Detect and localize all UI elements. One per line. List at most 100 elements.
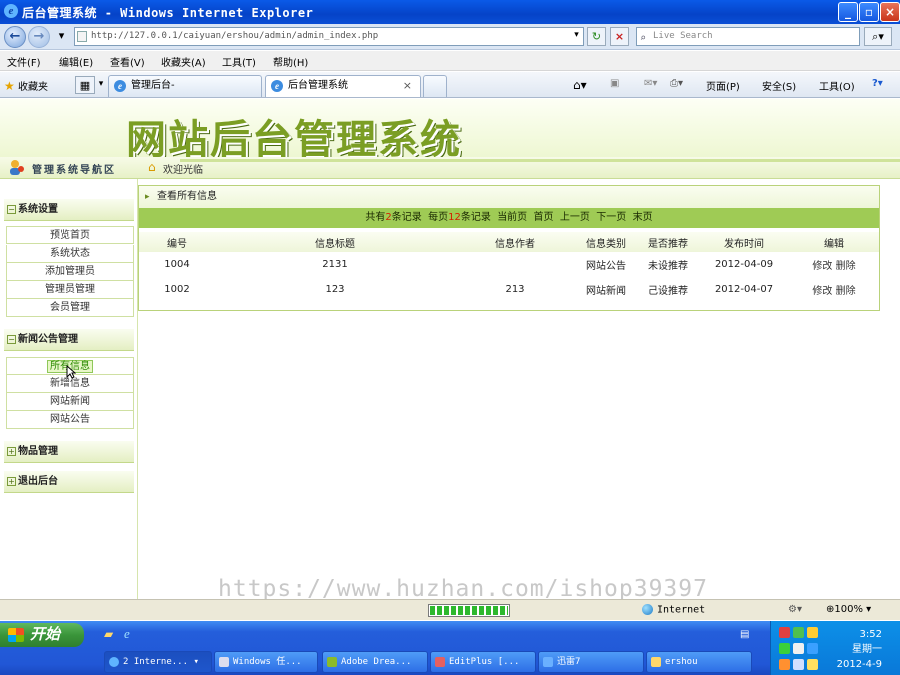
taskbar-btn-ershou-folder[interactable]: ershou (646, 651, 752, 673)
tray-icon-6[interactable] (807, 643, 818, 654)
collapse-icon: − (7, 205, 16, 214)
dreamweaver-icon (327, 657, 337, 667)
taskbar-btn-thunder[interactable]: 迅雷7 (538, 651, 644, 673)
taskbar-btn-label: 迅雷7 (557, 657, 581, 667)
forward-button[interactable]: → (28, 26, 50, 48)
help-icon[interactable]: ?▾ (872, 78, 883, 89)
editplus-icon (435, 657, 445, 667)
sidebar-item-site-news[interactable]: 网站新闻 (6, 393, 134, 411)
cell-title: 2131 (322, 259, 348, 270)
page-menu[interactable]: 页面(P) (706, 78, 740, 93)
sidebar-item-site-notice[interactable]: 网站公告 (6, 411, 134, 429)
menu-tools[interactable]: 工具(T) (222, 54, 256, 69)
maximize-button[interactable]: ▫ (859, 2, 879, 22)
taskbar-btn-ie[interactable]: 2 Interne... ▾ (104, 651, 212, 673)
edit-link[interactable]: 修改 (812, 286, 832, 297)
tab-list-dropdown-icon[interactable]: ▾ (95, 76, 107, 94)
table-row: 1002 123 213 网站新闻 己设推荐 2012-04-07 修改 删除 (139, 277, 879, 302)
group-title: 新闻公告管理 (18, 334, 78, 345)
sidebar-group-news[interactable]: − 新闻公告管理 (4, 329, 134, 351)
show-desktop-icon[interactable]: ▰ (104, 627, 113, 641)
protected-mode-icon[interactable]: ⚙▾ (788, 604, 802, 615)
favorites-button[interactable]: ★ 收藏夹 (4, 78, 48, 93)
start-button[interactable]: 开始 (0, 623, 84, 647)
taskbar-btn-editplus[interactable]: EditPlus [... (430, 651, 536, 673)
sidebar-item-add-admin[interactable]: 添加管理员 (6, 263, 134, 281)
col-recommend: 是否推荐 (637, 232, 699, 252)
search-input[interactable]: ⌕ Live Search (636, 27, 860, 46)
windows-logo-icon (8, 628, 24, 642)
info-panel: ▸ 查看所有信息 共有2条记录 每页12条记录 当前页 首页 上一页 下一页 末… (138, 185, 880, 311)
close-window-button[interactable]: × (880, 2, 900, 22)
tray-icon-5[interactable] (793, 643, 804, 654)
cell-recommend[interactable]: 己设推荐 (637, 277, 699, 302)
sidebar-item-admin-manage[interactable]: 管理员管理 (6, 281, 134, 299)
search-go-button[interactable]: ⌕▾ (864, 27, 892, 46)
tray-icon-7[interactable] (779, 659, 790, 670)
ie-quicklaunch-icon[interactable]: e (124, 626, 130, 642)
print-icon[interactable]: ⎙▾ (670, 78, 683, 89)
address-input[interactable]: http://127.0.0.1/caiyuan/ershou/admin/ad… (74, 27, 584, 46)
cell-recommend[interactable]: 未设推荐 (637, 252, 699, 277)
menu-view[interactable]: 查看(V) (110, 54, 145, 69)
last-page-link[interactable]: 末页 (633, 212, 653, 223)
delete-link[interactable]: 删除 (836, 286, 856, 297)
menu-help[interactable]: 帮助(H) (273, 54, 308, 69)
back-button[interactable]: ← (4, 26, 26, 48)
per-page-count: 12 (448, 212, 461, 223)
taskbar-toggle-icon[interactable]: ▤ (740, 629, 749, 640)
close-tab-icon[interactable]: × (403, 76, 412, 96)
clock[interactable]: 3:52 星期一 2012-4-9 (837, 627, 882, 672)
window-title: 后台管理系统 - Windows Internet Explorer (22, 6, 314, 20)
status-bar: Internet ⚙▾ ⊕100% ▾ (0, 599, 900, 620)
prev-page-link[interactable]: 上一页 (560, 212, 590, 223)
address-dropdown-icon[interactable]: ▾ (567, 27, 586, 46)
sidebar-item-member-manage[interactable]: 会员管理 (6, 299, 134, 317)
taskbar: 开始 ▰ e ▤ 2 Interne... ▾ Windows 任... Ado… (0, 621, 900, 675)
tab-bar: ★ 收藏夹 ▦ ▾ e 管理后台- e 后台管理系统 × ⌂▾ ▣ ✉▾ ⎙▾ … (0, 72, 900, 98)
edit-link[interactable]: 修改 (812, 261, 832, 272)
pager-text: 共有 (365, 212, 386, 223)
history-dropdown-icon[interactable]: ▾ (52, 27, 71, 46)
expand-icon: + (7, 477, 16, 486)
menu-file[interactable]: 文件(F) (7, 54, 41, 69)
sidebar-group-logout[interactable]: + 退出后台 (4, 471, 134, 493)
sidebar-item-preview[interactable]: 预览首页 (6, 226, 134, 244)
taskbar-btn-dreamweaver[interactable]: Adobe Drea... (322, 651, 428, 673)
group-title: 物品管理 (18, 446, 58, 457)
window-titlebar[interactable]: e 后台管理系统 - Windows Internet Explorer _ ▫… (0, 0, 900, 24)
zoom-control[interactable]: ⊕100% ▾ (826, 604, 871, 615)
folder-icon (651, 657, 661, 667)
taskbar-btn-task-manager[interactable]: Windows 任... (214, 651, 318, 673)
minimize-button[interactable]: _ (838, 2, 858, 22)
thunder-icon (543, 657, 553, 667)
delete-link[interactable]: 删除 (836, 261, 856, 272)
tools-menu[interactable]: 工具(O) (819, 78, 855, 93)
stop-button[interactable]: × (610, 27, 629, 46)
tray-icon-4[interactable] (779, 643, 790, 654)
mail-icon[interactable]: ✉▾ (644, 78, 657, 89)
feeds-icon[interactable]: ▣ (610, 78, 619, 89)
tab-backend-system[interactable]: e 后台管理系统 × (265, 75, 421, 97)
new-tab-button[interactable] (423, 75, 447, 97)
menu-favorites[interactable]: 收藏夹(A) (161, 54, 206, 69)
tray-icon-2[interactable] (793, 627, 804, 638)
tray-icon-3[interactable] (807, 627, 818, 638)
quick-tabs-icon[interactable]: ▦ (75, 76, 95, 94)
taskbar-btn-label: Adobe Drea... (341, 657, 412, 667)
home-icon[interactable]: ⌂▾ (573, 78, 587, 92)
pager-text: 每页 (428, 212, 449, 223)
safety-menu[interactable]: 安全(S) (762, 78, 796, 93)
security-zone[interactable]: Internet (642, 604, 705, 616)
tray-icon-9[interactable] (807, 659, 818, 670)
tray-icon-1[interactable] (779, 627, 790, 638)
first-page-link[interactable]: 首页 (534, 212, 554, 223)
refresh-button[interactable]: ↻ (587, 27, 606, 46)
sidebar-item-status[interactable]: 系统状态 (6, 245, 134, 263)
sidebar-group-items[interactable]: + 物品管理 (4, 441, 134, 463)
menu-edit[interactable]: 编辑(E) (59, 54, 93, 69)
tray-icon-8[interactable] (793, 659, 804, 670)
tab-admin[interactable]: e 管理后台- (108, 75, 262, 97)
sidebar-group-system[interactable]: − 系统设置 (4, 199, 134, 221)
next-page-link[interactable]: 下一页 (596, 212, 626, 223)
